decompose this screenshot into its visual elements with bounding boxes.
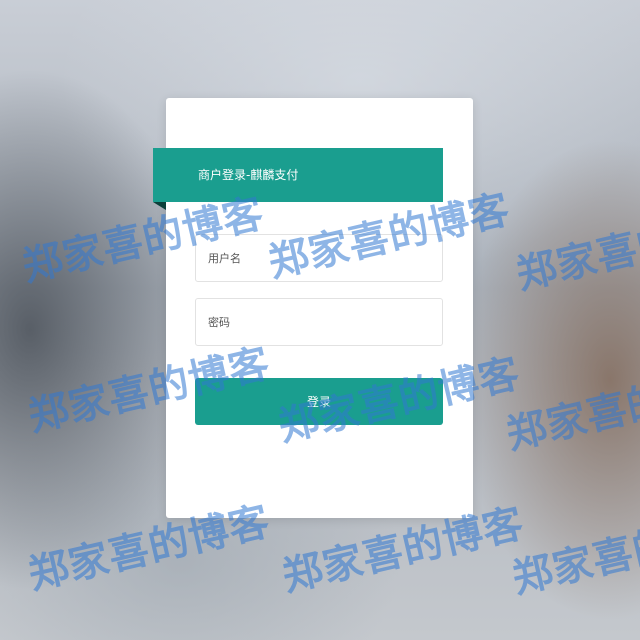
login-title: 商户登录-麒麟支付 bbox=[198, 168, 299, 182]
password-input[interactable] bbox=[195, 298, 443, 346]
banner-fold bbox=[153, 202, 166, 210]
login-button[interactable]: 登录 bbox=[195, 378, 443, 425]
login-card: 商户登录-麒麟支付 登录 bbox=[153, 98, 473, 518]
login-title-banner: 商户登录-麒麟支付 bbox=[153, 148, 443, 202]
username-input[interactable] bbox=[195, 234, 443, 282]
